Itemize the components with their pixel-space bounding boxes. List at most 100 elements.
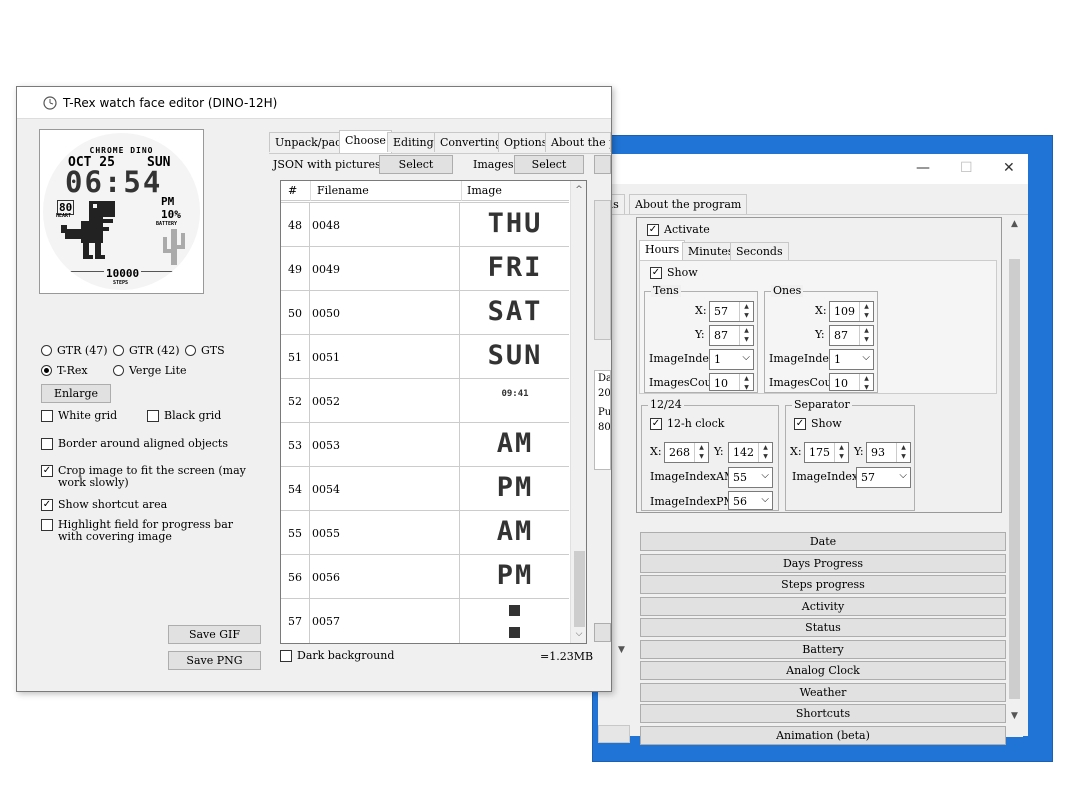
white-grid-checkbox[interactable]: White grid — [41, 410, 117, 422]
section-animation-button[interactable]: Animation (beta) — [640, 726, 1006, 745]
activate-checkbox[interactable]: ✓ Activate — [647, 224, 710, 236]
section-steps-progress-button[interactable]: Steps progress — [640, 575, 1006, 594]
table-row[interactable]: 50 0050 SAT — [281, 290, 569, 335]
scrollbar-thumb[interactable] — [574, 551, 585, 627]
highlight-field-checkbox[interactable]: Highlight field for progress bar with co… — [41, 519, 241, 543]
save-gif-button[interactable]: Save GIF — [168, 625, 261, 644]
ones-x-stepper[interactable]: 109 ▲ ▼ — [829, 301, 874, 322]
tab-seconds[interactable]: Seconds — [730, 242, 789, 260]
black-grid-checkbox[interactable]: Black grid — [147, 410, 221, 422]
section-battery-button[interactable]: Battery — [640, 640, 1006, 659]
row-number: 49 — [281, 247, 310, 291]
model-gtr42-radio[interactable]: GTR (42) — [113, 344, 179, 357]
separator-y-value: 93 — [871, 446, 885, 459]
show-shortcut-checkbox[interactable]: ✓ Show shortcut area — [41, 499, 167, 511]
am-index-value: 55 — [733, 471, 747, 484]
table-row[interactable]: 51 0051 SUN — [281, 334, 569, 379]
pm-index-select[interactable]: 56 ⌵ — [728, 491, 773, 510]
partial-button[interactable] — [594, 155, 611, 174]
scroll-down-icon[interactable]: ⌵ — [571, 627, 586, 642]
maximize-icon[interactable]: ☐ — [960, 160, 973, 176]
table-row[interactable]: 52 0052 09:41 — [281, 378, 569, 423]
am-index-select[interactable]: 55 ⌵ — [728, 467, 773, 488]
table-row[interactable]: 55 0055 AM — [281, 510, 569, 555]
column-header-number[interactable]: # — [281, 181, 297, 201]
model-gtr47-radio[interactable]: GTR (47) — [41, 344, 107, 357]
partial-button[interactable] — [594, 623, 611, 642]
separator-index-select[interactable]: 57 ⌵ — [856, 467, 911, 488]
border-aligned-checkbox[interactable]: Border around aligned objects — [41, 438, 228, 450]
section-shortcuts-button[interactable]: Shortcuts — [640, 704, 1006, 723]
spin-arrows-icon[interactable]: ▲ ▼ — [896, 443, 910, 462]
section-weather-button[interactable]: Weather — [640, 683, 1006, 702]
select-json-button[interactable]: Select — [379, 155, 453, 174]
spin-arrows-icon[interactable]: ▲ ▼ — [859, 374, 873, 391]
scroll-up-icon[interactable]: ▲ — [1006, 217, 1023, 232]
column-header-image[interactable]: Image — [461, 181, 502, 201]
tens-y-stepper[interactable]: 87 ▲ ▼ — [709, 325, 754, 346]
model-verge-lite-radio[interactable]: Verge Lite — [113, 364, 187, 377]
spin-arrows-icon[interactable]: ▲ ▼ — [758, 443, 772, 462]
section-date-button[interactable]: Date — [640, 532, 1006, 551]
ones-image-index-select[interactable]: 1 ⌵ — [829, 349, 874, 370]
list-scrollbar[interactable]: ^ ⌵ — [570, 181, 586, 643]
spin-arrows-icon[interactable]: ▲ ▼ — [739, 374, 753, 391]
scroll-down-icon[interactable]: ▼ — [618, 645, 625, 655]
model-trex-radio[interactable]: T-Rex — [41, 364, 88, 377]
spin-arrows-icon[interactable]: ▲ ▼ — [834, 443, 848, 462]
separator-index-label: ImageIndex: — [792, 470, 862, 483]
table-row[interactable]: 57 0057 — [281, 598, 569, 643]
ones-y-stepper[interactable]: 87 ▲ ▼ — [829, 325, 874, 346]
close-icon[interactable]: ✕ — [1003, 160, 1015, 176]
scroll-down-icon[interactable]: ▼ — [1006, 709, 1023, 724]
show-checkbox[interactable]: ✓ Show — [650, 267, 698, 279]
separator-show-checkbox[interactable]: ✓ Show — [794, 418, 842, 430]
scroll-up-icon[interactable]: ^ — [571, 183, 586, 198]
model-gts-radio[interactable]: GTS — [185, 344, 225, 357]
separator-y-stepper[interactable]: 93 ▲ ▼ — [866, 442, 911, 463]
radio-dot-selected — [41, 365, 52, 376]
enlarge-button[interactable]: Enlarge — [41, 384, 111, 403]
row-filename: 0052 — [310, 379, 460, 423]
spin-arrows-icon[interactable]: ▲ ▼ — [694, 443, 708, 462]
ones-images-count-stepper[interactable]: 10 ▲ ▼ — [829, 373, 874, 391]
tens-image-index-select[interactable]: 1 ⌵ — [709, 349, 754, 370]
image-list[interactable]: # Filename Image 48 0048 THU 49 0049 FRI 50 005… — [280, 180, 587, 644]
tens-x-stepper[interactable]: 57 ▲ ▼ — [709, 301, 754, 322]
spin-arrows-icon[interactable]: ▲ ▼ — [739, 326, 753, 345]
panel-scrollbar[interactable]: ▲ ▼ — [1006, 215, 1023, 737]
row-filename: 0050 — [310, 291, 460, 335]
section-status-button[interactable]: Status — [640, 618, 1006, 637]
section-analog-clock-button[interactable]: Analog Clock — [640, 661, 1006, 680]
section-days-progress-button[interactable]: Days Progress — [640, 554, 1006, 573]
table-row[interactable]: 53 0053 AM — [281, 422, 569, 467]
tab-hours[interactable]: Hours — [639, 240, 686, 260]
tab-editing[interactable]: Editing — [387, 132, 440, 152]
spin-arrows-icon[interactable]: ▲ ▼ — [859, 326, 873, 345]
separator-x-stepper[interactable]: 175 ▲ ▼ — [804, 442, 849, 463]
column-header-filename[interactable]: Filename — [310, 181, 369, 201]
dark-background-checkbox[interactable]: Dark background — [280, 650, 394, 662]
crop-image-checkbox[interactable]: ✓ Crop image to fit the screen (may work … — [41, 465, 251, 489]
partial-button[interactable] — [598, 725, 630, 743]
tens-images-count-stepper[interactable]: 10 ▲ ▼ — [709, 373, 754, 391]
table-row[interactable]: 48 0048 THU — [281, 202, 569, 247]
table-row[interactable]: 54 0054 PM — [281, 466, 569, 511]
table-row[interactable]: 49 0049 FRI — [281, 246, 569, 291]
twelve24-y-stepper[interactable]: 142 ▲ ▼ — [728, 442, 773, 463]
row-number: 51 — [281, 335, 310, 379]
spin-arrows-icon[interactable]: ▲ ▼ — [859, 302, 873, 321]
select-images-button[interactable]: Select — [514, 155, 584, 174]
tab-about[interactable]: About the program — [629, 194, 748, 214]
tab-choose[interactable]: Choose — [339, 130, 392, 153]
scrollbar-thumb[interactable] — [1009, 259, 1020, 699]
spin-arrows-icon[interactable]: ▲ ▼ — [739, 302, 753, 321]
section-activity-button[interactable]: Activity — [640, 597, 1006, 616]
check-icon: ✓ — [650, 418, 662, 430]
twelve24-x-stepper[interactable]: 268 ▲ ▼ — [664, 442, 709, 463]
minimize-icon[interactable]: — — [916, 160, 930, 176]
twelve-hour-checkbox[interactable]: ✓ 12-h clock — [650, 418, 724, 430]
tab-about[interactable]: About the pro — [545, 132, 611, 152]
save-png-button[interactable]: Save PNG — [168, 651, 261, 670]
table-row[interactable]: 56 0056 PM — [281, 554, 569, 599]
